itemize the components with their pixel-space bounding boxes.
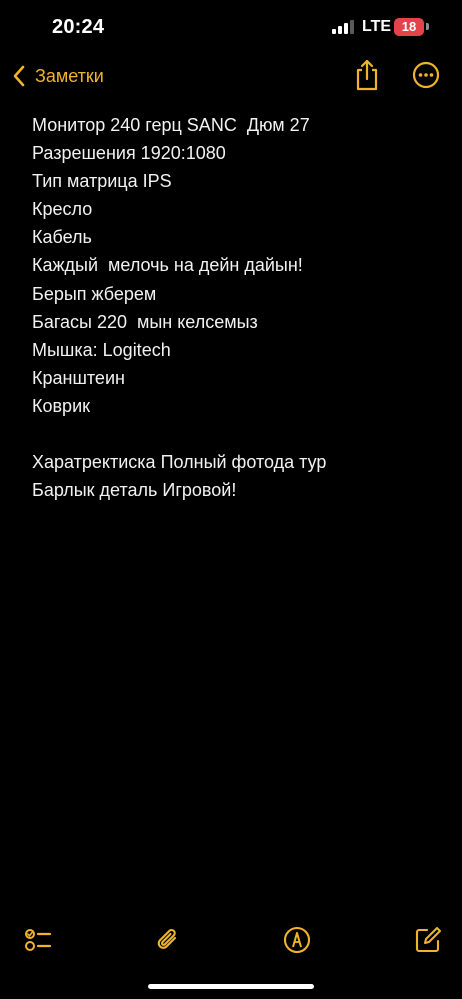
compose-icon[interactable] (414, 926, 442, 954)
bottom-toolbar (0, 918, 462, 960)
note-line: Кресло (32, 199, 93, 220)
network-label: LTE (362, 18, 392, 35)
note-line: Монитор 240 герц SANC Дюм 27 (32, 115, 310, 135)
status-bar: 20:24 LTE 18 (0, 0, 462, 56)
note-line: Мышка: Logitech (32, 339, 171, 360)
nav-bar: Заметки (0, 56, 462, 96)
note-line: Берып жберем (32, 283, 157, 304)
note-body[interactable]: Монитор 240 герц SANC Дюм 27 Разрешения … (32, 111, 442, 504)
back-button[interactable]: Заметки (12, 62, 104, 90)
note-line: Багасы 220 мын келсемыз (32, 311, 258, 332)
status-time: 20:24 (52, 16, 105, 38)
note-line (32, 420, 442, 448)
note-line: Кабель (32, 227, 92, 248)
cellular-signal-icon (332, 20, 354, 34)
attachment-icon[interactable] (154, 926, 182, 954)
note-line: Разрешения 1920:1080 (32, 143, 226, 164)
home-indicator[interactable] (148, 984, 314, 989)
note-line: Тип матрица IPS (32, 171, 172, 192)
battery-nub (426, 23, 429, 30)
more-icon[interactable] (412, 61, 440, 89)
share-icon[interactable] (352, 58, 382, 92)
chevron-left-icon (13, 65, 25, 87)
note-line: Барлык деталь Игровой! (32, 480, 237, 501)
note-line: Каждый мелочь на дейн дайын! (32, 255, 303, 276)
back-label: Заметки (35, 65, 104, 86)
note-line: Харатректиска Полный фотода тур (32, 452, 327, 473)
note-line: Кранштеин (32, 367, 125, 388)
checklist-icon[interactable] (24, 926, 52, 954)
note-line: Коврик (32, 395, 90, 416)
markup-icon[interactable] (283, 926, 311, 954)
battery-icon: 18 (394, 18, 424, 36)
